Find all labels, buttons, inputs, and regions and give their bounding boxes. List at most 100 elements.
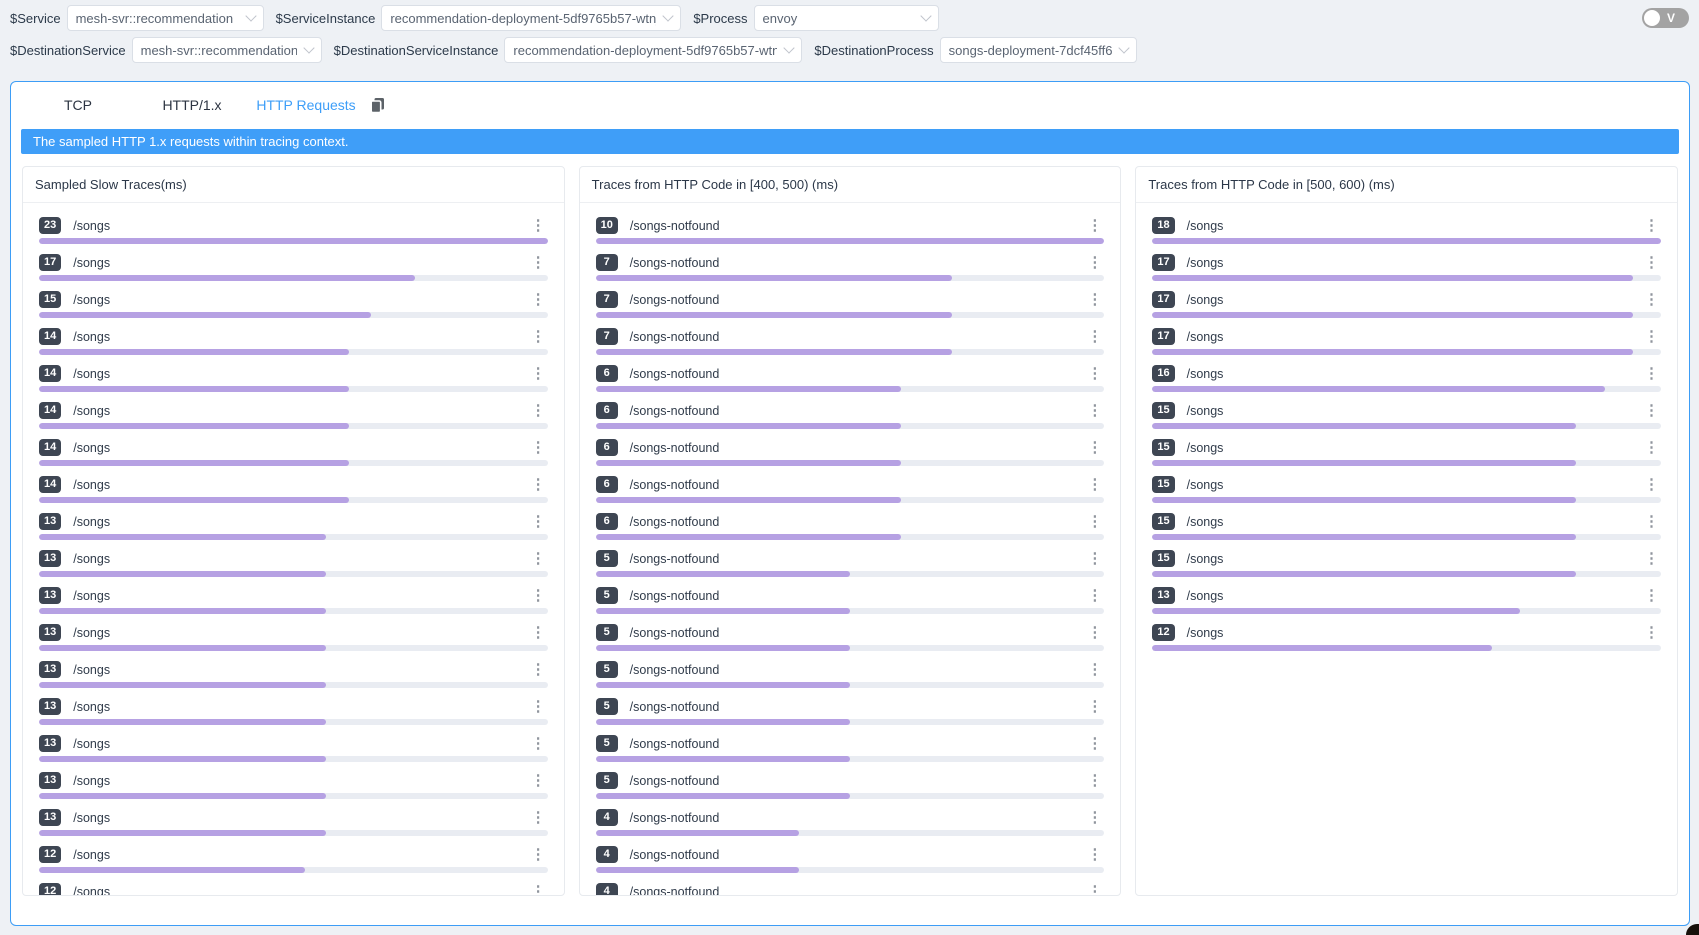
kebab-more-options-icon[interactable]: ⋮ bbox=[1642, 478, 1661, 492]
trace-row[interactable]: 13 /songs ⋮ bbox=[39, 733, 548, 770]
trace-row[interactable]: 13 /songs ⋮ bbox=[39, 622, 548, 659]
kebab-more-options-icon[interactable]: ⋮ bbox=[1085, 811, 1104, 825]
trace-row[interactable]: 13 /songs ⋮ bbox=[39, 585, 548, 622]
trace-row[interactable]: 13 /songs ⋮ bbox=[39, 548, 548, 585]
trace-row[interactable]: 7 /songs-notfound ⋮ bbox=[596, 252, 1105, 289]
trace-row[interactable]: 14 /songs ⋮ bbox=[39, 326, 548, 363]
kebab-more-options-icon[interactable]: ⋮ bbox=[529, 737, 548, 751]
kebab-more-options-icon[interactable]: ⋮ bbox=[1085, 404, 1104, 418]
trace-row[interactable]: 14 /songs ⋮ bbox=[39, 363, 548, 400]
kebab-more-options-icon[interactable]: ⋮ bbox=[1085, 478, 1104, 492]
trace-row[interactable]: 17 /songs ⋮ bbox=[1152, 326, 1661, 363]
trace-row[interactable]: 7 /songs-notfound ⋮ bbox=[596, 326, 1105, 363]
trace-row[interactable]: 13 /songs ⋮ bbox=[1152, 585, 1661, 622]
trace-row[interactable]: 15 /songs ⋮ bbox=[1152, 474, 1661, 511]
kebab-more-options-icon[interactable]: ⋮ bbox=[529, 700, 548, 714]
kebab-more-options-icon[interactable]: ⋮ bbox=[1085, 219, 1104, 233]
trace-row[interactable]: 15 /songs ⋮ bbox=[39, 289, 548, 326]
trace-row[interactable]: 5 /songs-notfound ⋮ bbox=[596, 622, 1105, 659]
trace-row[interactable]: 14 /songs ⋮ bbox=[39, 474, 548, 511]
kebab-more-options-icon[interactable]: ⋮ bbox=[1085, 367, 1104, 381]
kebab-more-options-icon[interactable]: ⋮ bbox=[529, 478, 548, 492]
kebab-more-options-icon[interactable]: ⋮ bbox=[1085, 848, 1104, 862]
trace-row[interactable]: 10 /songs-notfound ⋮ bbox=[596, 215, 1105, 252]
kebab-more-options-icon[interactable]: ⋮ bbox=[1642, 219, 1661, 233]
trace-row[interactable]: 7 /songs-notfound ⋮ bbox=[596, 289, 1105, 326]
kebab-more-options-icon[interactable]: ⋮ bbox=[529, 552, 548, 566]
trace-row[interactable]: 12 /songs ⋮ bbox=[1152, 622, 1661, 659]
kebab-more-options-icon[interactable]: ⋮ bbox=[1085, 737, 1104, 751]
service-instance-select[interactable]: recommendation-deployment-5df9765b57-wtn… bbox=[381, 5, 681, 31]
trace-row[interactable]: 13 /songs ⋮ bbox=[39, 807, 548, 844]
trace-row[interactable]: 5 /songs-notfound ⋮ bbox=[596, 770, 1105, 807]
trace-row[interactable]: 13 /songs ⋮ bbox=[39, 770, 548, 807]
trace-row[interactable]: 17 /songs ⋮ bbox=[39, 252, 548, 289]
kebab-more-options-icon[interactable]: ⋮ bbox=[1642, 552, 1661, 566]
kebab-more-options-icon[interactable]: ⋮ bbox=[1085, 256, 1104, 270]
kebab-more-options-icon[interactable]: ⋮ bbox=[1085, 700, 1104, 714]
process-select[interactable]: envoy bbox=[754, 5, 939, 31]
kebab-more-options-icon[interactable]: ⋮ bbox=[1085, 552, 1104, 566]
trace-row[interactable]: 6 /songs-notfound ⋮ bbox=[596, 400, 1105, 437]
kebab-more-options-icon[interactable]: ⋮ bbox=[1085, 663, 1104, 677]
kebab-more-options-icon[interactable]: ⋮ bbox=[529, 515, 548, 529]
trace-row[interactable]: 5 /songs-notfound ⋮ bbox=[596, 659, 1105, 696]
trace-row[interactable]: 13 /songs ⋮ bbox=[39, 511, 548, 548]
kebab-more-options-icon[interactable]: ⋮ bbox=[1642, 330, 1661, 344]
kebab-more-options-icon[interactable]: ⋮ bbox=[1642, 589, 1661, 603]
kebab-more-options-icon[interactable]: ⋮ bbox=[1085, 589, 1104, 603]
kebab-more-options-icon[interactable]: ⋮ bbox=[529, 219, 548, 233]
trace-row[interactable]: 13 /songs ⋮ bbox=[39, 659, 548, 696]
tab-http-requests[interactable]: HTTP Requests bbox=[253, 97, 359, 113]
kebab-more-options-icon[interactable]: ⋮ bbox=[1642, 404, 1661, 418]
kebab-more-options-icon[interactable]: ⋮ bbox=[529, 848, 548, 862]
trace-row[interactable]: 14 /songs ⋮ bbox=[39, 400, 548, 437]
trace-row[interactable]: 13 /songs ⋮ bbox=[39, 696, 548, 733]
trace-row[interactable]: 6 /songs-notfound ⋮ bbox=[596, 511, 1105, 548]
kebab-more-options-icon[interactable]: ⋮ bbox=[1642, 515, 1661, 529]
trace-row[interactable]: 6 /songs-notfound ⋮ bbox=[596, 363, 1105, 400]
trace-row[interactable]: 15 /songs ⋮ bbox=[1152, 400, 1661, 437]
trace-row[interactable]: 4 /songs-notfound ⋮ bbox=[596, 881, 1105, 895]
destination-service-instance-select[interactable]: recommendation-deployment-5df9765b57-wtn… bbox=[504, 37, 802, 63]
destination-service-select[interactable]: mesh-svr::recommendation bbox=[132, 37, 322, 63]
destination-process-select[interactable]: songs-deployment-7dcf45ff67-g bbox=[940, 37, 1137, 63]
kebab-more-options-icon[interactable]: ⋮ bbox=[1085, 441, 1104, 455]
trace-row[interactable]: 23 /songs ⋮ bbox=[39, 215, 548, 252]
kebab-more-options-icon[interactable]: ⋮ bbox=[1642, 293, 1661, 307]
kebab-more-options-icon[interactable]: ⋮ bbox=[529, 367, 548, 381]
kebab-more-options-icon[interactable]: ⋮ bbox=[529, 885, 548, 896]
kebab-more-options-icon[interactable]: ⋮ bbox=[529, 404, 548, 418]
toggle-switch[interactable]: V bbox=[1642, 8, 1689, 28]
kebab-more-options-icon[interactable]: ⋮ bbox=[1085, 885, 1104, 896]
kebab-more-options-icon[interactable]: ⋮ bbox=[1085, 774, 1104, 788]
kebab-more-options-icon[interactable]: ⋮ bbox=[1642, 367, 1661, 381]
kebab-more-options-icon[interactable]: ⋮ bbox=[529, 441, 548, 455]
kebab-more-options-icon[interactable]: ⋮ bbox=[529, 330, 548, 344]
tab-http1x[interactable]: HTTP/1.x bbox=[139, 97, 245, 113]
copy-icon[interactable] bbox=[369, 96, 387, 114]
trace-row[interactable]: 12 /songs ⋮ bbox=[39, 844, 548, 881]
trace-row[interactable]: 15 /songs ⋮ bbox=[1152, 437, 1661, 474]
kebab-more-options-icon[interactable]: ⋮ bbox=[1085, 515, 1104, 529]
trace-row[interactable]: 5 /songs-notfound ⋮ bbox=[596, 696, 1105, 733]
service-select[interactable]: mesh-svr::recommendation bbox=[67, 5, 264, 31]
trace-row[interactable]: 17 /songs ⋮ bbox=[1152, 289, 1661, 326]
kebab-more-options-icon[interactable]: ⋮ bbox=[529, 811, 548, 825]
trace-row[interactable]: 5 /songs-notfound ⋮ bbox=[596, 585, 1105, 622]
kebab-more-options-icon[interactable]: ⋮ bbox=[1642, 256, 1661, 270]
trace-row[interactable]: 18 /songs ⋮ bbox=[1152, 215, 1661, 252]
trace-row[interactable]: 6 /songs-notfound ⋮ bbox=[596, 437, 1105, 474]
trace-row[interactable]: 15 /songs ⋮ bbox=[1152, 548, 1661, 585]
kebab-more-options-icon[interactable]: ⋮ bbox=[1642, 626, 1661, 640]
trace-row[interactable]: 16 /songs ⋮ bbox=[1152, 363, 1661, 400]
tab-tcp[interactable]: TCP bbox=[25, 97, 131, 113]
trace-row[interactable]: 6 /songs-notfound ⋮ bbox=[596, 474, 1105, 511]
trace-row[interactable]: 15 /songs ⋮ bbox=[1152, 511, 1661, 548]
trace-row[interactable]: 5 /songs-notfound ⋮ bbox=[596, 548, 1105, 585]
trace-row[interactable]: 12 /songs ⋮ bbox=[39, 881, 548, 895]
trace-row[interactable]: 14 /songs ⋮ bbox=[39, 437, 548, 474]
kebab-more-options-icon[interactable]: ⋮ bbox=[529, 293, 548, 307]
trace-row[interactable]: 4 /songs-notfound ⋮ bbox=[596, 844, 1105, 881]
trace-row[interactable]: 4 /songs-notfound ⋮ bbox=[596, 807, 1105, 844]
